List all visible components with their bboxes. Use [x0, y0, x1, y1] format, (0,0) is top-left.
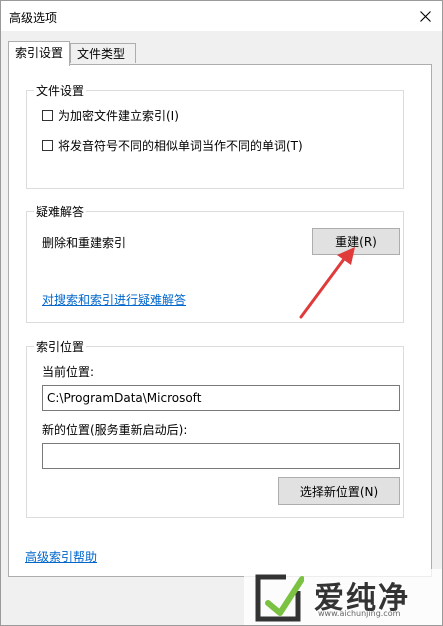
- diacritics-label: 将发音符号不同的相似单词当作不同的单词(T): [58, 139, 303, 153]
- tab-index-settings[interactable]: 索引设置: [8, 41, 70, 66]
- close-button[interactable]: [408, 1, 442, 31]
- encrypt-index-label: 为加密文件建立索引(I): [58, 109, 179, 123]
- file-settings-title: 文件设置: [34, 82, 87, 99]
- tab-panel: 文件设置 为加密文件建立索引(I) 将发音符号不同的相似单词当作不同的单词(T)…: [8, 64, 432, 577]
- title-bar: 高级选项: [1, 1, 442, 31]
- watermark: 爱纯净 www.aichunjing.com: [244, 569, 442, 625]
- encrypt-index-checkbox[interactable]: [42, 110, 53, 121]
- close-icon: [419, 10, 431, 22]
- advanced-index-help-link[interactable]: 高级索引帮助: [25, 548, 97, 565]
- tab-file-types[interactable]: 文件类型: [70, 43, 136, 63]
- diacritics-option[interactable]: 将发音符号不同的相似单词当作不同的单词(T): [42, 137, 303, 154]
- encrypt-index-option[interactable]: 为加密文件建立索引(I): [42, 107, 179, 124]
- advanced-options-dialog: 高级选项 索引设置 文件类型 文件设置 为加密文件建立索引(I) 将发音符号不同…: [0, 0, 443, 626]
- troubleshoot-link[interactable]: 对搜索和索引进行疑难解答: [42, 291, 186, 308]
- index-location-group: 索引位置 当前位置: C:\ProgramData\Microsoft 新的位置…: [26, 338, 404, 518]
- window-title: 高级选项: [9, 11, 58, 25]
- troubleshoot-title: 疑难解答: [34, 203, 87, 220]
- rebuild-description: 删除和重建索引: [42, 236, 127, 250]
- index-location-title: 索引位置: [34, 338, 87, 355]
- new-location-label: 新的位置(服务重新启动后):: [42, 423, 188, 437]
- current-location-label: 当前位置:: [42, 365, 95, 379]
- watermark-site: www.aichunjing.com: [318, 609, 401, 618]
- watermark-logo-icon: [255, 574, 304, 622]
- file-settings-group: 文件设置 为加密文件建立索引(I) 将发音符号不同的相似单词当作不同的单词(T): [26, 82, 404, 189]
- new-location-field: [42, 443, 400, 469]
- select-new-location-button[interactable]: 选择新位置(N): [278, 477, 400, 505]
- diacritics-checkbox[interactable]: [42, 140, 53, 151]
- red-arrow-annotation: [299, 247, 355, 319]
- current-location-field: C:\ProgramData\Microsoft: [42, 385, 400, 411]
